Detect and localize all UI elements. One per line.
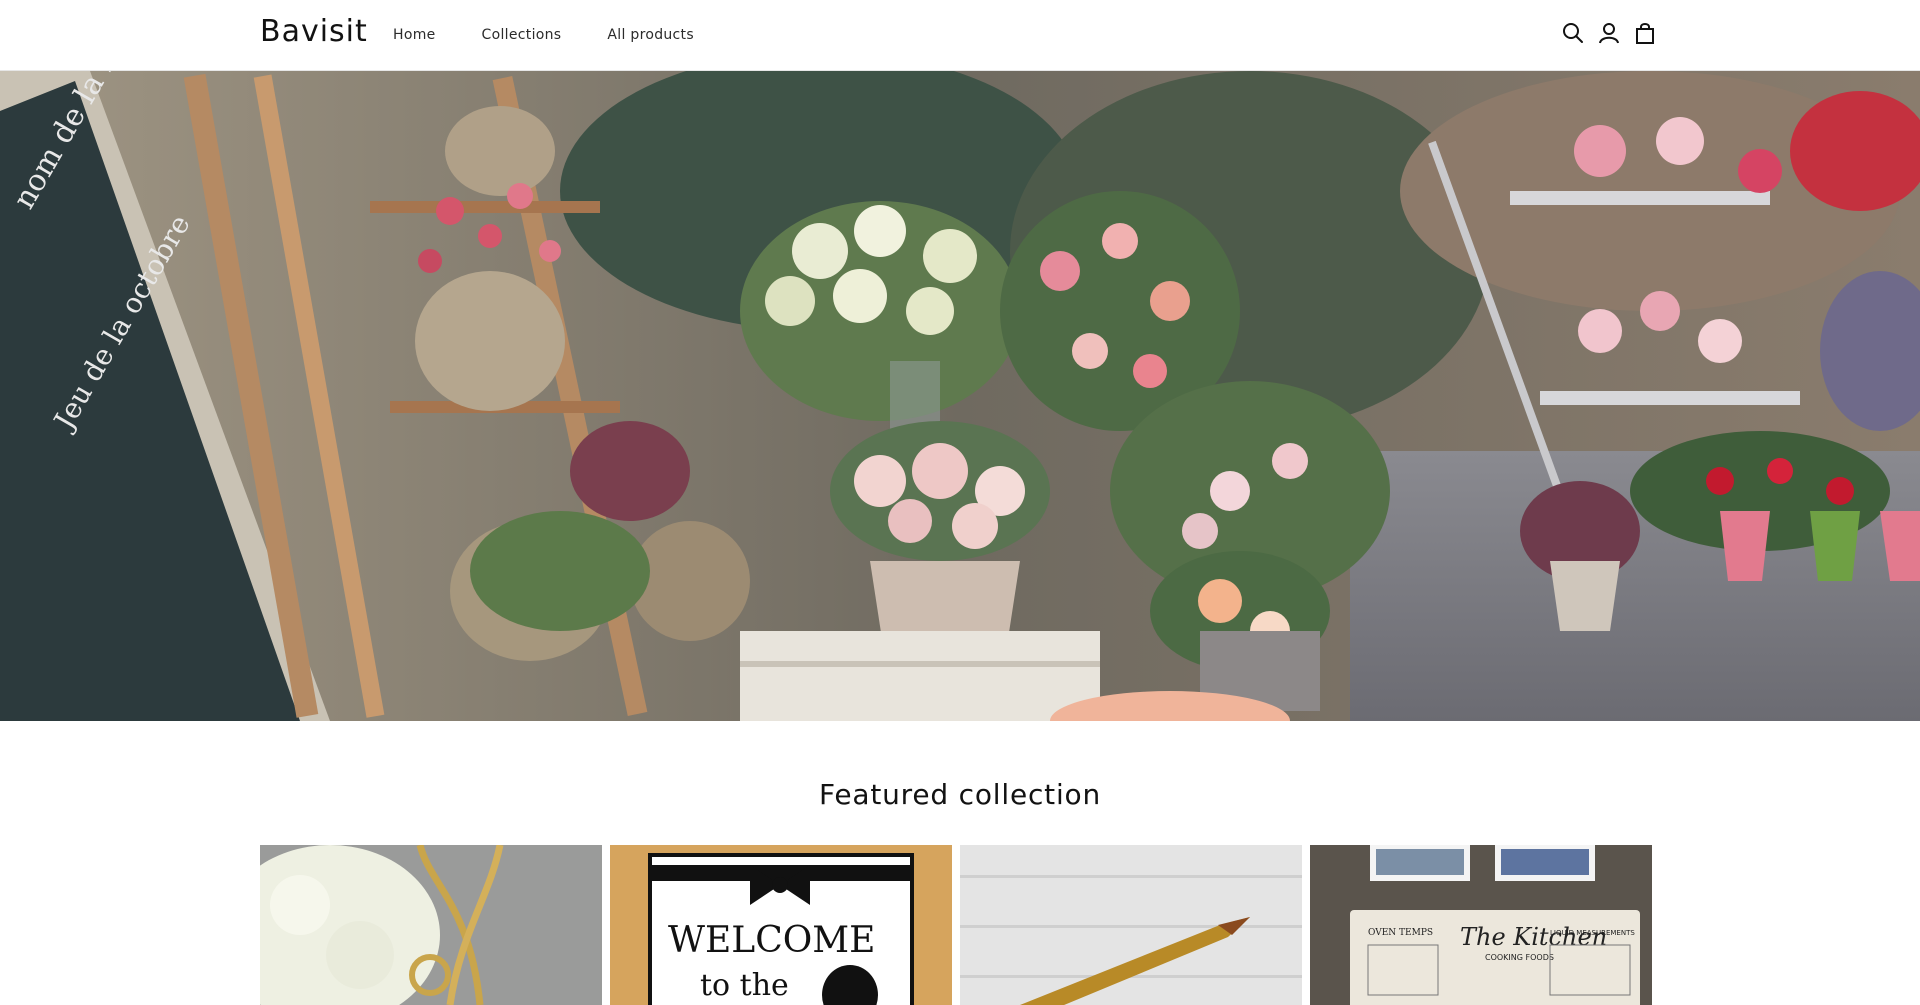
chart-left-header: OVEN TEMPS — [1368, 928, 1433, 938]
product-image-necklace — [260, 845, 602, 1005]
cart-icon[interactable] — [1634, 22, 1656, 44]
sign-text-to-the: to the — [700, 968, 789, 1003]
chart-title: The Kitchen — [1460, 923, 1607, 951]
hero-banner: nom de la rose Jeu de la octobre — [0, 71, 1920, 721]
search-icon[interactable] — [1562, 22, 1584, 44]
product-image-welcome-sign: WELCOME to the — [610, 845, 952, 1005]
featured-collection-title: Featured collection — [818, 778, 1102, 811]
product-image-bullet-pen — [960, 845, 1302, 1005]
nav-home[interactable]: Home — [381, 24, 448, 46]
product-card[interactable]: OVEN TEMPS The Kitchen COOKING FOODS LIQ… — [1310, 845, 1652, 1005]
nav-all-products[interactable]: All products — [595, 24, 706, 46]
chart-subtitle: COOKING FOODS — [1485, 953, 1554, 962]
main-nav: Home Collections All products — [370, 24, 717, 46]
store-logo[interactable]: Bavisit — [260, 14, 368, 49]
product-card[interactable] — [960, 845, 1302, 1005]
product-card[interactable] — [260, 845, 602, 1005]
product-card[interactable]: WELCOME to the — [610, 845, 952, 1005]
nav-collections[interactable]: Collections — [470, 24, 574, 46]
product-image-kitchen-chart: OVEN TEMPS The Kitchen COOKING FOODS LIQ… — [1310, 845, 1652, 1005]
account-icon[interactable] — [1598, 22, 1620, 44]
chart-right-header: LIQUID MEASUREMENTS — [1550, 929, 1635, 937]
header-icons — [1562, 22, 1656, 44]
hero-image: nom de la rose Jeu de la octobre — [0, 71, 1920, 721]
site-header: Bavisit Home Collections All products — [0, 0, 1920, 71]
product-grid: WELCOME to the OVEN TEMPS The Kitchen CO… — [260, 845, 1652, 1005]
sign-text-welcome: WELCOME — [668, 920, 875, 961]
